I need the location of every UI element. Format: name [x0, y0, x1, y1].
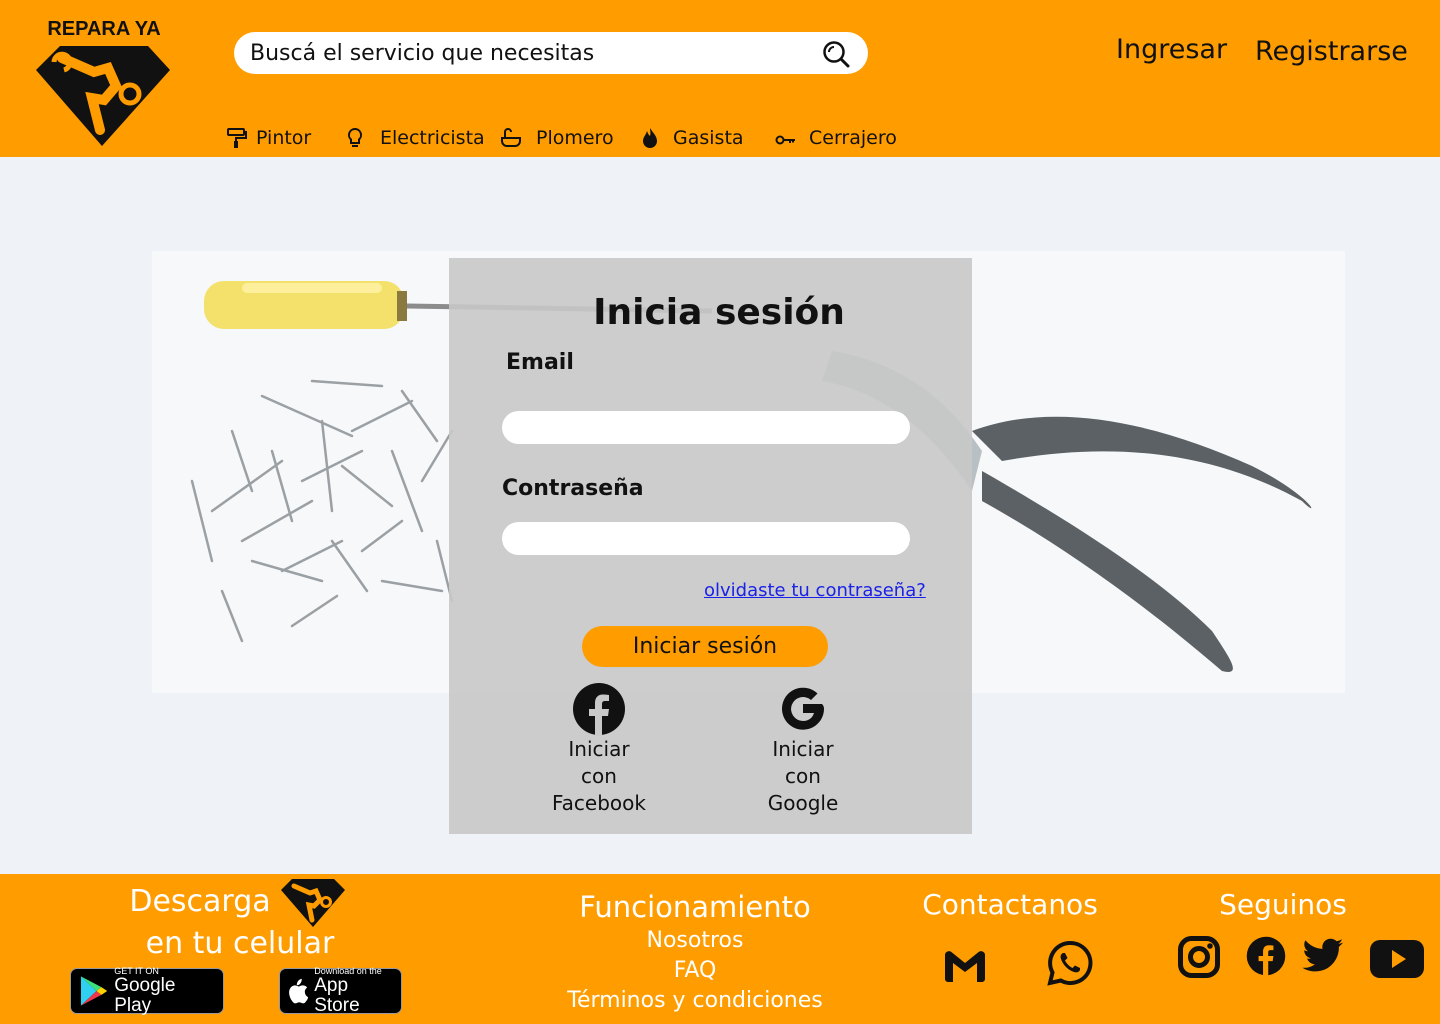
- whatsapp-icon[interactable]: [1047, 940, 1093, 986]
- search-icon[interactable]: [822, 40, 850, 68]
- download-title-line2: en tu celular: [145, 926, 335, 961]
- follow-title: Seguinos: [1219, 888, 1347, 921]
- flame-icon: [643, 128, 657, 148]
- nav-item-gasista[interactable]: Gasista: [639, 124, 744, 152]
- gmail-icon[interactable]: [943, 949, 987, 983]
- facebook-icon: [573, 683, 625, 736]
- google-label-line3: Google: [767, 791, 839, 815]
- password-field[interactable]: [502, 522, 910, 555]
- google-play-big: Google Play: [114, 975, 176, 1016]
- logo-gem-small-icon: [281, 879, 345, 927]
- google-play-badge[interactable]: GET IT ON Google Play: [70, 966, 224, 1016]
- login-card: Inicia sesión Email Contraseña olvidaste…: [449, 258, 972, 834]
- logo-gem-wrench-icon: [36, 46, 170, 146]
- nav-item-cerrajero[interactable]: Cerrajero: [775, 124, 897, 152]
- logo[interactable]: REPARA YA: [34, 18, 174, 148]
- download-title-line1: Descarga: [129, 884, 271, 919]
- google-label-line2: con: [785, 764, 821, 788]
- password-label: Contraseña: [502, 476, 644, 501]
- footer-link-nosotros[interactable]: Nosotros: [545, 928, 845, 953]
- header: REPARA YA Ingresar Registrarse Pintor: [0, 0, 1440, 157]
- nav-label: Pintor: [256, 127, 312, 149]
- facebook-label-line1: Iniciar: [568, 737, 630, 761]
- google-play-icon: [80, 976, 108, 1006]
- app-store-big: App Store: [314, 975, 360, 1016]
- search-input[interactable]: [250, 32, 810, 74]
- nav-label: Electricista: [380, 127, 485, 149]
- google-icon: [782, 687, 824, 730]
- facebook-footer-icon[interactable]: [1246, 936, 1286, 976]
- nav-item-electricista[interactable]: Electricista: [344, 124, 485, 152]
- nav-label: Plomero: [536, 127, 614, 149]
- forgot-password-link[interactable]: olvidaste tu contraseña?: [704, 580, 926, 601]
- email-label: Email: [506, 350, 574, 375]
- brand-name: REPARA YA: [47, 18, 161, 40]
- footer-link-terminos[interactable]: Términos y condiciones: [545, 988, 845, 1013]
- bathtub-icon: [501, 128, 521, 147]
- facebook-label-line3: Facebook: [552, 791, 646, 815]
- paint-roller-icon: [227, 128, 247, 148]
- nav-label: Gasista: [673, 127, 744, 149]
- nav-item-pintor[interactable]: Pintor: [226, 124, 311, 152]
- search-bar: [234, 32, 868, 74]
- facebook-label-line2: con: [581, 764, 617, 788]
- google-login-button[interactable]: Iniciar con Google: [743, 682, 863, 817]
- nav-label: Cerrajero: [809, 127, 897, 149]
- contact-title: Contactanos: [922, 888, 1098, 921]
- instagram-icon[interactable]: [1178, 936, 1220, 978]
- login-title: Inicia sesión: [593, 292, 845, 333]
- google-label-line1: Iniciar: [772, 737, 834, 761]
- footer: Descarga en tu celular GET IT ON Google …: [0, 874, 1440, 1024]
- app-store-badge[interactable]: Download on the App Store: [279, 966, 402, 1016]
- email-field[interactable]: [502, 411, 910, 444]
- apple-icon: [289, 978, 309, 1004]
- youtube-icon[interactable]: [1370, 940, 1424, 978]
- twitter-icon[interactable]: [1302, 938, 1344, 974]
- footer-link-faq[interactable]: FAQ: [545, 958, 845, 983]
- register-link[interactable]: Registrarse: [1255, 36, 1408, 67]
- login-submit-button[interactable]: Iniciar sesión: [582, 626, 828, 667]
- lightbulb-icon: [347, 127, 363, 147]
- login-link[interactable]: Ingresar: [1116, 34, 1227, 65]
- facebook-login-button[interactable]: Iniciar con Facebook: [539, 682, 659, 817]
- key-icon: [775, 135, 795, 145]
- nav-item-plomero[interactable]: Plomero: [500, 124, 614, 152]
- info-title: Funcionamiento: [579, 890, 811, 924]
